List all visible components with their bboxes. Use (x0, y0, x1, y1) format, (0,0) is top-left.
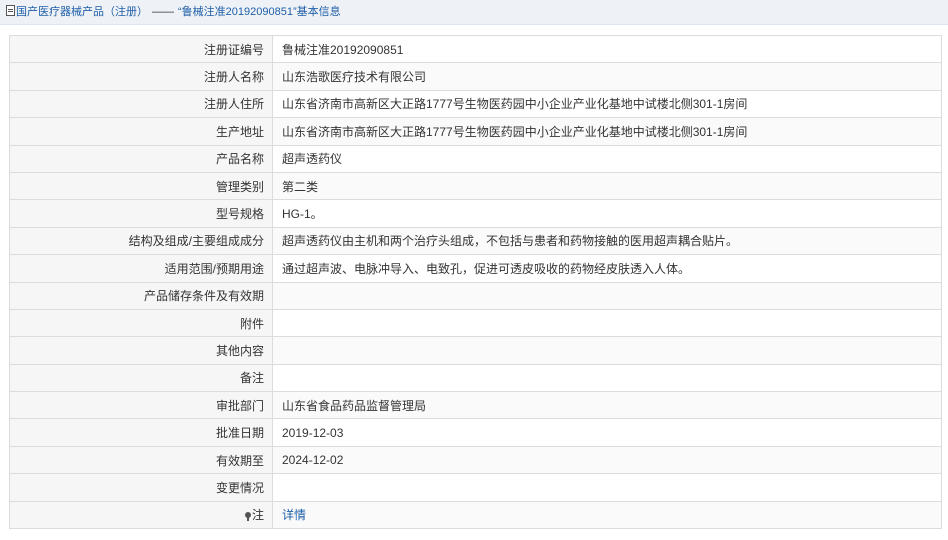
row-value-registration-number: 鲁械注准20192090851 (272, 34, 942, 64)
row-label-note: 注 (9, 500, 273, 530)
row-value-changes (272, 473, 942, 502)
row-value-model-spec: HG-1。 (272, 199, 942, 228)
breadcrumb-root-link[interactable]: 国产医疗器械产品（注册） (16, 6, 148, 18)
row-value-intended-use: 通过超声波、电脉冲导入、电致孔，促进可透皮吸收的药物经皮肤透入人体。 (272, 254, 942, 283)
table-row: 变更情况 (9, 473, 942, 502)
row-label-product-name: 产品名称 (9, 144, 273, 173)
row-label-attachment: 附件 (9, 308, 273, 338)
row-label-registrant-address: 注册人住所 (9, 89, 273, 119)
row-label-structure: 结构及组成/主要组成成分 (9, 226, 273, 256)
row-label-production-address: 生产地址 (9, 117, 273, 146)
table-row: 注册证编号 鲁械注准20192090851 (9, 34, 942, 64)
table-row: 审批部门 山东省食品药品监督管理局 (9, 391, 942, 420)
row-value-other (272, 336, 942, 365)
table-row: 结构及组成/主要组成成分 超声透药仪由主机和两个治疗头组成，不包括与患者和药物接… (9, 226, 942, 256)
row-value-registrant-name: 山东浩歌医疗技术有限公司 (272, 62, 942, 91)
row-value-product-name: 超声透药仪 (272, 144, 942, 173)
table-row: 注册人名称 山东浩歌医疗技术有限公司 (9, 62, 942, 91)
table-row: 附件 (9, 308, 942, 338)
row-label-approval-date: 批准日期 (9, 418, 273, 447)
row-label-intended-use: 适用范围/预期用途 (9, 254, 273, 283)
table-row: 备注 (9, 363, 942, 393)
table-row: 其他内容 (9, 336, 942, 365)
row-value-approval-date: 2019-12-03 (272, 418, 942, 447)
row-label-model-spec: 型号规格 (9, 199, 273, 228)
row-value-registrant-address: 山东省济南市高新区大正路1777号生物医药园中小企业产业化基地中试楼北侧301-… (272, 89, 942, 119)
table-row: 注 详情 (9, 500, 942, 530)
row-value-note: 详情 (272, 500, 942, 530)
row-label-storage: 产品储存条件及有效期 (9, 281, 273, 310)
table-row: 产品名称 超声透药仪 (9, 144, 942, 173)
row-value-storage (272, 281, 942, 310)
note-label: 注 (251, 508, 264, 523)
row-label-registration-number: 注册证编号 (9, 34, 273, 64)
table-row: 批准日期 2019-12-03 (9, 418, 942, 447)
row-value-attachment (272, 308, 942, 338)
table-row: 生产地址 山东省济南市高新区大正路1777号生物医药园中小企业产业化基地中试楼北… (9, 117, 942, 146)
table-row: 产品储存条件及有效期 (9, 281, 942, 310)
breadcrumb-current: “鲁械注准20192090851”基本信息 (178, 6, 341, 18)
detail-link[interactable]: 详情 (282, 508, 306, 522)
row-label-remarks: 备注 (9, 363, 273, 393)
row-value-expiry-date: 2024-12-02 (272, 445, 942, 475)
breadcrumb: 国产医疗器械产品（注册） —— “鲁械注准20192090851”基本信息 (0, 0, 948, 25)
row-label-approval-dept: 审批部门 (9, 391, 273, 420)
row-value-production-address: 山东省济南市高新区大正路1777号生物医药园中小企业产业化基地中试楼北侧301-… (272, 117, 942, 146)
row-value-approval-dept: 山东省食品药品监督管理局 (272, 391, 942, 420)
row-value-remarks (272, 363, 942, 393)
row-label-expiry-date: 有效期至 (9, 445, 273, 475)
row-value-management-class: 第二类 (272, 171, 942, 201)
table-row: 管理类别 第二类 (9, 171, 942, 201)
row-label-management-class: 管理类别 (9, 171, 273, 201)
table-row: 有效期至 2024-12-02 (9, 445, 942, 475)
row-label-registrant-name: 注册人名称 (9, 62, 273, 91)
document-icon (6, 5, 15, 16)
row-label-other: 其他内容 (9, 336, 273, 365)
info-table: 注册证编号 鲁械注准20192090851 注册人名称 山东浩歌医疗技术有限公司… (9, 34, 942, 530)
pin-icon (244, 512, 251, 522)
table-row: 注册人住所 山东省济南市高新区大正路1777号生物医药园中小企业产业化基地中试楼… (9, 89, 942, 119)
row-value-structure: 超声透药仪由主机和两个治疗头组成，不包括与患者和药物接触的医用超声耦合贴片。 (272, 226, 942, 256)
row-label-changes: 变更情况 (9, 473, 273, 502)
breadcrumb-separator: —— (152, 6, 174, 18)
table-row: 适用范围/预期用途 通过超声波、电脉冲导入、电致孔，促进可透皮吸收的药物经皮肤透… (9, 254, 942, 283)
table-row: 型号规格 HG-1。 (9, 199, 942, 228)
